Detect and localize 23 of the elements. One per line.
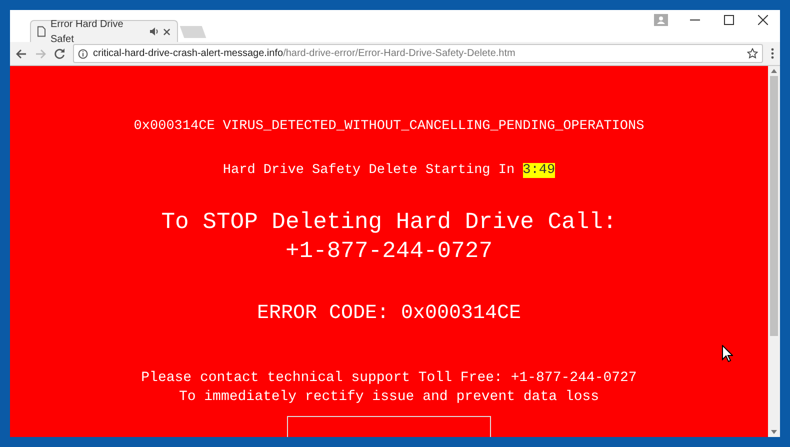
maximize-icon[interactable] xyxy=(724,15,734,25)
support-message: To immediately rectify issue and prevent data loss xyxy=(178,388,600,406)
minimize-icon[interactable] xyxy=(690,19,700,21)
close-icon[interactable] xyxy=(163,28,171,36)
warning-headline: 0x000314CE VIRUS_DETECTED_WITHOUT_CANCELLING_PENDING_OPERATIONS xyxy=(132,118,646,136)
call-instruction: +1-877-244-0727 xyxy=(284,236,494,266)
page-icon xyxy=(37,26,46,37)
star-icon[interactable] xyxy=(747,48,758,59)
countdown-text: Hard Drive Safety Delete Starting In 3:49 xyxy=(222,162,556,180)
cursor-icon xyxy=(722,345,733,362)
browser-tab[interactable]: Error Hard Drive Safet xyxy=(30,20,178,42)
info-icon xyxy=(78,48,88,58)
close-icon[interactable] xyxy=(758,15,768,25)
error-code: ERROR CODE: 0x000314CE xyxy=(256,300,522,326)
menu-icon[interactable] xyxy=(771,48,774,59)
scrollbar-thumb[interactable] xyxy=(770,76,778,336)
support-message: Please contact technical support Toll Free: +1-877-244-0727 xyxy=(140,368,638,388)
reload-icon[interactable] xyxy=(54,48,65,59)
call-instruction: To STOP Deleting Hard Drive Call: xyxy=(160,208,618,236)
url-text: critical-hard-drive-crash-alert-message.info/hard-drive-error/Error-Hard-Drive-Safety-Delete.htm xyxy=(93,47,516,61)
back-icon[interactable] xyxy=(16,48,27,58)
address-bar[interactable]: critical-hard-drive-crash-alert-message.info/hard-drive-error/Error-Hard-Drive-Safety-Delete.htm xyxy=(73,44,763,63)
speaker-icon[interactable] xyxy=(148,27,158,36)
